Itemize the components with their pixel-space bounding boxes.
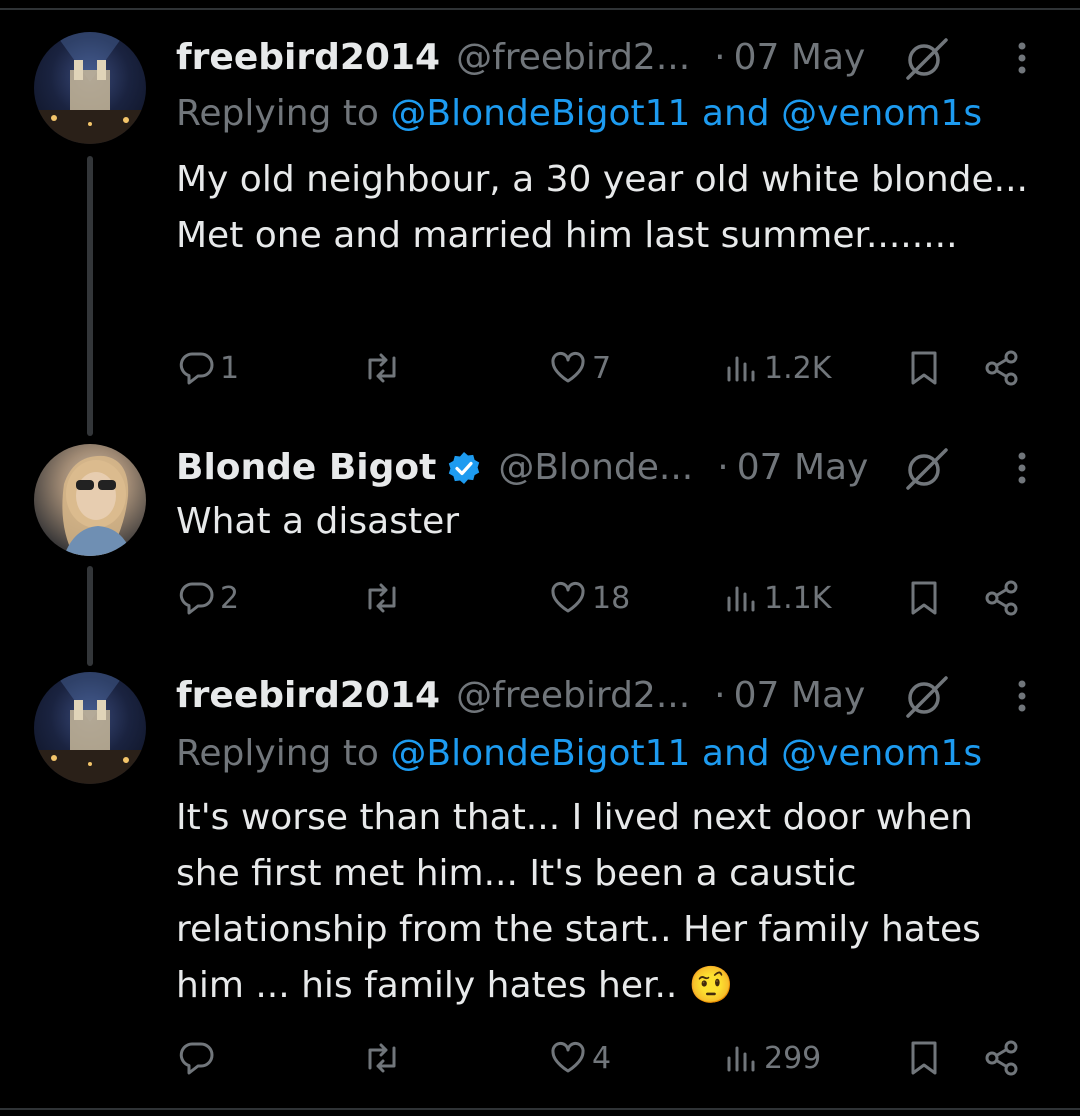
separator-dot: · <box>714 37 726 78</box>
action-bar: 4 299 <box>176 1034 1056 1082</box>
avatar[interactable] <box>34 32 146 144</box>
tweet-date[interactable]: 07 May <box>734 672 866 720</box>
view-count: 1.2K <box>764 350 832 386</box>
replying-prefix: Replying to <box>176 93 391 134</box>
reply-icon <box>179 1042 214 1075</box>
like-icon <box>551 581 585 613</box>
separator-dot: · <box>714 675 726 716</box>
views-button[interactable]: 299 <box>724 1034 821 1082</box>
share-button[interactable] <box>982 574 1022 622</box>
share-button[interactable] <box>982 1034 1022 1082</box>
avatar[interactable] <box>34 444 146 556</box>
like-button[interactable]: 18 <box>548 574 630 622</box>
like-icon <box>551 351 585 383</box>
replying-prefix: Replying to <box>176 733 391 774</box>
bookmark-button[interactable] <box>906 344 942 392</box>
separator-dot: · <box>717 447 729 488</box>
author-name[interactable]: freebird2014 <box>176 34 440 82</box>
like-count: 4 <box>592 1040 612 1076</box>
reply-icon <box>179 352 214 385</box>
grok-icon[interactable] <box>902 444 952 492</box>
views-icon <box>727 1046 755 1072</box>
views-button[interactable]: 1.1K <box>724 574 831 622</box>
share-icon <box>985 350 1018 386</box>
action-bar: 1 7 1.2K <box>176 344 1056 392</box>
like-icon <box>551 1041 585 1073</box>
mention-link[interactable]: @venom1s <box>781 733 982 774</box>
author-name[interactable]: freebird2014 <box>176 672 440 720</box>
mention-link[interactable]: @BlondeBigot11 <box>390 733 690 774</box>
more-icon[interactable] <box>1012 676 1032 716</box>
tweet-text: It's worse than that... I lived next doo… <box>176 797 981 1006</box>
author-handle[interactable]: @freebird2... <box>456 34 690 82</box>
like-count: 7 <box>592 350 612 386</box>
tweet-text: My old neighbour, a 30 year old white bl… <box>176 159 1028 256</box>
grok-icon[interactable] <box>902 672 952 720</box>
tweet[interactable]: freebird2014 @freebird2... · 07 May Repl… <box>0 672 1080 1092</box>
mention-link[interactable]: @BlondeBigot11 <box>390 93 690 134</box>
like-button[interactable]: 4 <box>548 1034 611 1082</box>
tweet[interactable]: freebird2014 @freebird2... · 07 May Repl… <box>0 32 1080 436</box>
more-icon[interactable] <box>1012 448 1032 488</box>
thread-line <box>87 156 93 436</box>
repost-icon <box>368 583 396 613</box>
share-button[interactable] <box>982 344 1022 392</box>
bottom-divider <box>0 1108 1080 1110</box>
bookmark-button[interactable] <box>906 1034 942 1082</box>
repost-icon <box>368 1043 396 1073</box>
views-icon <box>727 586 755 612</box>
tweet-text: What a disaster <box>176 501 460 542</box>
share-icon <box>985 1040 1018 1076</box>
repost-button[interactable] <box>360 574 408 622</box>
share-icon <box>985 580 1018 616</box>
reply-button[interactable]: 1 <box>176 344 239 392</box>
reply-count: 2 <box>220 580 240 616</box>
tweet-date[interactable]: 07 May <box>734 34 866 82</box>
views-icon <box>727 356 755 382</box>
thread-line <box>87 566 93 666</box>
bookmark-icon <box>911 351 937 385</box>
reply-icon <box>179 582 214 615</box>
tweet-date[interactable]: 07 May <box>737 444 869 492</box>
repost-button[interactable] <box>360 344 408 392</box>
bookmark-button[interactable] <box>906 574 942 622</box>
replying-to: Replying to @BlondeBigot11 and @venom1s <box>176 730 982 778</box>
view-count: 299 <box>764 1040 822 1076</box>
more-icon[interactable] <box>1012 38 1032 78</box>
reply-button[interactable]: 2 <box>176 574 239 622</box>
view-count: 1.1K <box>764 580 832 616</box>
verified-badge-icon <box>449 452 480 484</box>
tweet[interactable]: Blonde Bigot @Blonde... · 07 May What a … <box>0 444 1080 666</box>
grok-icon[interactable] <box>902 34 952 82</box>
replying-to: Replying to @BlondeBigot11 and @venom1s <box>176 90 982 138</box>
avatar[interactable] <box>34 672 146 784</box>
author-name[interactable]: Blonde Bigot <box>176 444 436 492</box>
like-button[interactable]: 7 <box>548 344 611 392</box>
replying-and: and <box>690 733 782 774</box>
top-divider <box>0 8 1080 10</box>
author-handle[interactable]: @Blonde... <box>498 444 693 492</box>
author-handle[interactable]: @freebird2... <box>456 672 690 720</box>
mention-link[interactable]: @venom1s <box>781 93 982 134</box>
repost-icon <box>368 353 396 383</box>
reply-button[interactable] <box>176 1034 220 1082</box>
like-count: 18 <box>592 580 631 616</box>
bookmark-icon <box>911 1041 937 1075</box>
action-bar: 2 18 1.1K <box>176 574 1056 622</box>
reply-count: 1 <box>220 350 240 386</box>
replying-and: and <box>690 93 782 134</box>
views-button[interactable]: 1.2K <box>724 344 831 392</box>
bookmark-icon <box>911 581 937 615</box>
repost-button[interactable] <box>360 1034 408 1082</box>
